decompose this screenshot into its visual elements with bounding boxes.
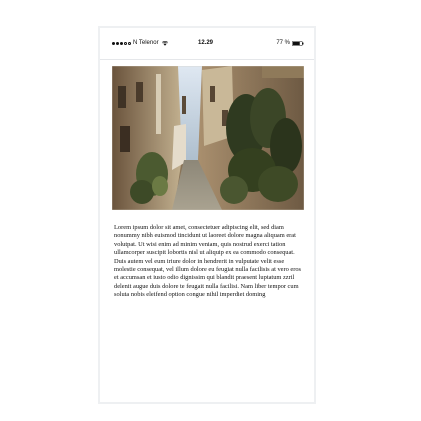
article-paragraph: Lorem ipsum dolor sit amet, consectetuer… (114, 224, 302, 299)
battery-percent: 77 % (276, 40, 290, 46)
article-body: Lorem ipsum dolor sit amet, consectetuer… (114, 224, 304, 394)
phone-frame: N Telenor 12.29 77 % Lorem ipsum dolor s… (98, 26, 316, 404)
carrier-name: N Telenor (133, 40, 159, 46)
signal-dot (128, 41, 131, 45)
status-left-group: N Telenor (112, 40, 168, 46)
wifi-icon (161, 40, 168, 46)
status-bar: N Telenor 12.29 77 % (100, 28, 314, 58)
signal-dot (116, 41, 119, 45)
phone-screen: N Telenor 12.29 77 % Lorem ipsum dolor s… (100, 28, 314, 402)
signal-dot (120, 41, 123, 45)
article-photo (112, 66, 304, 210)
status-right-group: 77 % (276, 40, 304, 46)
alley-photo (112, 66, 304, 210)
battery-icon (292, 40, 304, 46)
signal-dot (124, 41, 127, 45)
header-divider (100, 59, 314, 60)
signal-dots-icon (112, 41, 131, 45)
signal-dot (112, 41, 115, 45)
status-time: 12.29 (198, 40, 214, 46)
